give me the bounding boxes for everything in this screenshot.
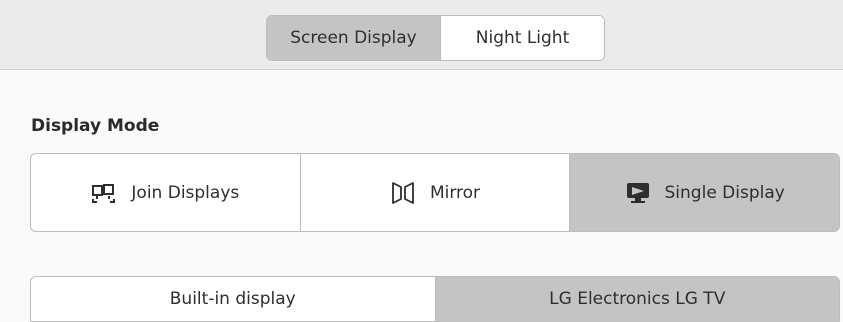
tab-night-light[interactable]: Night Light <box>441 16 604 60</box>
mirror-label: Mirror <box>429 182 481 203</box>
lg-tv-display-button[interactable]: LG Electronics LG TV <box>434 277 839 321</box>
join-displays-label: Join Displays <box>131 182 240 203</box>
display-selector: Built-in display LG Electronics LG TV <box>30 276 840 322</box>
tab-night-light-label: Night Light <box>475 28 570 48</box>
header-bar: Screen Display Night Light <box>0 0 843 70</box>
display-mode-selector: Join Displays Mirror Single Display <box>30 153 840 232</box>
mirror-icon <box>390 180 416 206</box>
tab-screen-display-label: Screen Display <box>290 28 417 48</box>
built-in-display-button[interactable]: Built-in display <box>31 277 435 321</box>
join-displays-icon <box>91 180 117 206</box>
join-displays-button[interactable]: Join Displays <box>31 154 300 231</box>
tab-screen-display[interactable]: Screen Display <box>267 16 441 60</box>
mirror-button[interactable]: Mirror <box>299 154 570 231</box>
lg-tv-display-label: LG Electronics LG TV <box>549 289 726 309</box>
single-display-label: Single Display <box>664 182 785 203</box>
single-display-button[interactable]: Single Display <box>569 154 839 231</box>
built-in-display-label: Built-in display <box>169 289 296 309</box>
single-display-icon <box>625 180 651 206</box>
display-mode-title: Display Mode <box>31 116 160 136</box>
view-switcher: Screen Display Night Light <box>266 15 605 61</box>
